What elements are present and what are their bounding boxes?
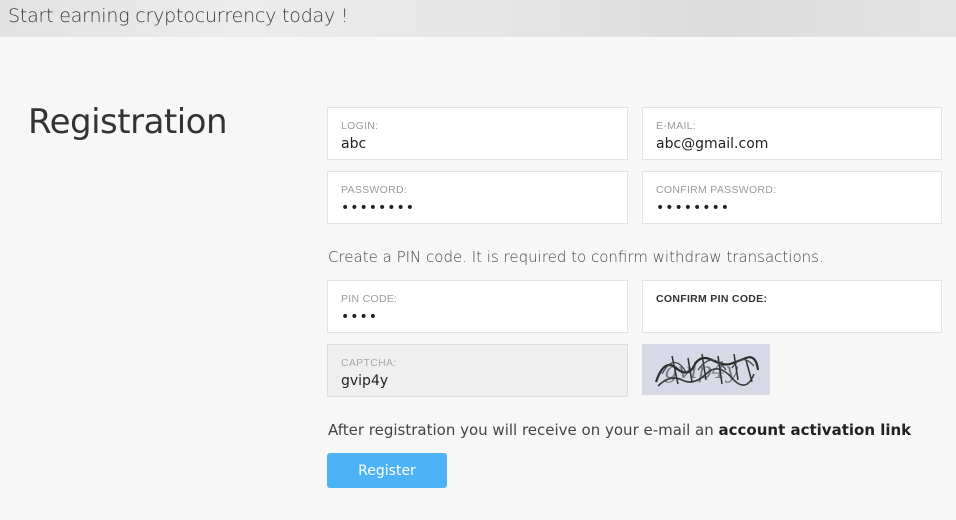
password-field[interactable]: PASSWORD: <box>327 171 628 224</box>
captcha-image: gvip4y <box>642 344 770 395</box>
banner-text: Start earning cryptocurrency today ! <box>8 5 349 27</box>
confirm-pin-label: CONFIRM PIN CODE: <box>656 293 768 305</box>
email-field[interactable]: E-MAIL: <box>642 107 942 160</box>
confirm-password-field[interactable]: CONFIRM PASSWORD: <box>642 171 942 224</box>
pin-hint: Create a PIN code. It is required to con… <box>328 248 824 266</box>
top-banner: Start earning cryptocurrency today ! <box>0 0 956 37</box>
confirm-pin-field[interactable]: CONFIRM PIN CODE: <box>642 280 942 333</box>
pin-input[interactable] <box>341 309 601 325</box>
activation-note-bold: account activation link <box>718 421 912 439</box>
activation-note-text: After registration you will receive on y… <box>328 421 719 439</box>
pin-label: PIN CODE: <box>341 293 398 305</box>
register-button[interactable]: Register <box>327 453 447 488</box>
page-title: Registration <box>28 102 228 142</box>
captcha-graphic: gvip4y <box>642 344 770 395</box>
email-input[interactable] <box>656 136 916 152</box>
captcha-field[interactable]: CAPTCHA: <box>327 344 628 397</box>
captcha-label: CAPTCHA: <box>341 357 397 369</box>
login-field[interactable]: LOGIN: <box>327 107 628 160</box>
password-label: PASSWORD: <box>341 184 408 196</box>
captcha-input[interactable] <box>341 373 601 389</box>
pin-field[interactable]: PIN CODE: <box>327 280 628 333</box>
confirm-password-input[interactable] <box>656 200 916 216</box>
email-label: E-MAIL: <box>656 120 697 132</box>
login-label: LOGIN: <box>341 120 379 132</box>
password-input[interactable] <box>341 200 601 216</box>
confirm-pin-input[interactable] <box>656 309 916 325</box>
login-input[interactable] <box>341 136 601 152</box>
svg-text:gvip4y: gvip4y <box>664 359 739 384</box>
activation-note: After registration you will receive on y… <box>328 421 911 439</box>
confirm-password-label: CONFIRM PASSWORD: <box>656 184 777 196</box>
